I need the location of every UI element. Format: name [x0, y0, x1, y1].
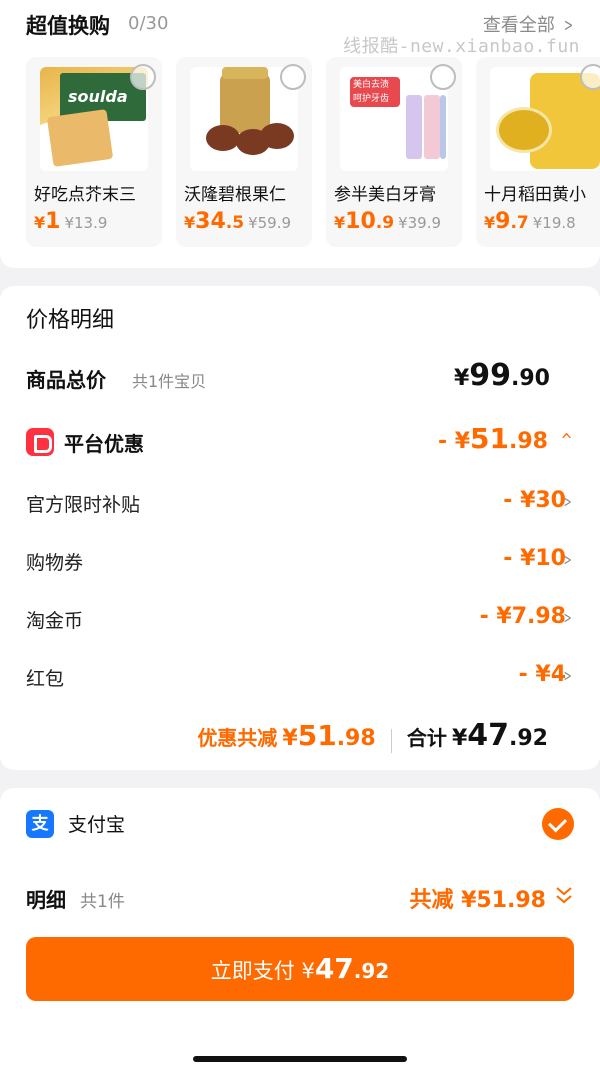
chevron-right-icon: >	[563, 666, 572, 685]
chevron-up-icon[interactable]: ^	[560, 430, 572, 451]
discount-total-value: ¥51.98	[282, 719, 376, 752]
original-price: ¥19.8	[532, 214, 576, 232]
discount-item-value: - ¥30	[503, 488, 566, 513]
detail-savings[interactable]: 共减 ¥51.98	[409, 882, 546, 914]
discount-item-value: - ¥10	[503, 546, 566, 571]
discount-item-label: 淘金币	[26, 610, 84, 632]
discount-item-label: 购物券	[26, 552, 84, 574]
original-price: ¥39.9	[398, 214, 442, 232]
platform-discount-label: 平台优惠	[64, 432, 144, 456]
pay-now-button[interactable]: 立即支付 ¥47.92	[26, 937, 574, 1001]
alipay-icon: 支	[26, 810, 54, 838]
product-name: 好吃点芥末三	[34, 185, 136, 205]
promo-count: 0/30	[128, 13, 169, 34]
product-price: ¥10.9 ¥39.9	[334, 209, 442, 234]
platform-discount-value: - ¥51.98	[437, 422, 548, 455]
discount-item-label: 红包	[26, 668, 65, 690]
discount-item-value: - ¥7.98	[479, 604, 566, 629]
select-circle-icon[interactable]	[130, 64, 156, 90]
original-price: ¥59.9	[248, 214, 292, 232]
promo-title: 超值换购	[26, 14, 110, 38]
product-price: ¥34.5 ¥59.9	[184, 209, 292, 234]
detail-count: 共1件	[80, 892, 125, 912]
chevron-right-icon: >	[563, 608, 572, 627]
product-card-cracker[interactable]: 好吃点芥末三 ¥1¥13.9	[26, 57, 162, 247]
discount-total-label: 优惠共减	[197, 726, 278, 750]
product-carousel[interactable]: 好吃点芥末三 ¥1¥13.9 沃隆碧根果仁 ¥34.5¥59.9 美白去渍 呵护…	[26, 57, 600, 249]
product-card-millet[interactable]: 十月稻田黄小 ¥9.7 ¥19.8	[476, 57, 600, 247]
original-price: ¥13.9	[64, 214, 108, 232]
product-name: 沃隆碧根果仁	[184, 185, 286, 205]
grand-total-value: ¥47.92	[451, 718, 548, 753]
chevron-right-icon: >	[563, 492, 572, 511]
product-card-toothpaste[interactable]: 美白去渍 呵护牙齿 参半美白牙膏 ¥10.9 ¥39.9	[326, 57, 462, 247]
discount-item-label: 官方限时补贴	[26, 494, 141, 516]
promo-section: 超值换购 0/30 查看全部> 线报酷-new.xianbao.fun 好吃点芥…	[0, 0, 600, 268]
section-title: 价格明细	[26, 308, 115, 333]
select-circle-icon[interactable]	[280, 64, 306, 90]
watermark: 线报酷-new.xianbao.fun	[343, 36, 580, 57]
product-name: 参半美白牙膏	[334, 185, 436, 205]
home-indicator	[193, 1056, 407, 1062]
price-detail-section: 价格明细 商品总价 共1件宝贝 ¥99.90 平台优惠 - ¥51.98 ^ 官…	[0, 286, 600, 770]
payment-method-label[interactable]: 支付宝	[68, 810, 125, 837]
payment-section: 支 支付宝 明细 共1件 共减 ¥51.98 立即支付 ¥47.92	[0, 788, 600, 1077]
product-name: 十月稻田黄小	[484, 185, 586, 205]
item-count: 共1件宝贝	[132, 372, 207, 391]
total-price-value: ¥99.90	[453, 358, 550, 393]
discount-item-value: - ¥4	[518, 662, 566, 687]
select-circle-icon[interactable]	[430, 64, 456, 90]
summary-line: 优惠共减 ¥51.98 合计 ¥47.92	[197, 718, 548, 753]
coupon-tag-icon	[26, 428, 54, 456]
divider	[390, 728, 392, 753]
product-card-pecan[interactable]: 沃隆碧根果仁 ¥34.5 ¥59.9	[176, 57, 312, 247]
checkmark-icon[interactable]	[542, 808, 574, 840]
chevron-double-down-icon[interactable]	[554, 884, 574, 911]
total-price-label: 商品总价	[26, 368, 106, 392]
detail-label: 明细	[26, 888, 66, 912]
chevron-right-icon: >	[563, 550, 572, 569]
grand-total-label: 合计	[406, 726, 447, 750]
product-price: ¥9.7 ¥19.8	[484, 209, 576, 234]
select-circle-icon[interactable]	[580, 64, 600, 90]
product-price: ¥1 ¥13.9	[34, 209, 108, 234]
